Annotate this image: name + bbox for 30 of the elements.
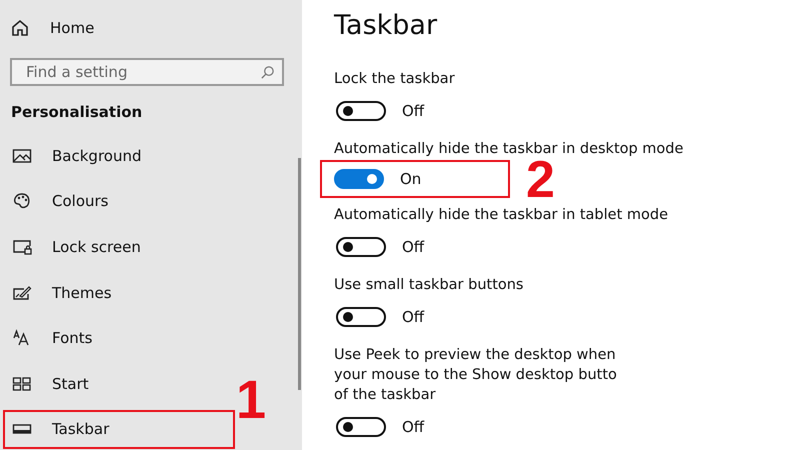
sidebar-item[interactable]: Background [3, 133, 235, 179]
search-icon [260, 65, 275, 80]
toggle-switch[interactable] [336, 101, 386, 121]
sidebar-item[interactable]: Start [3, 360, 235, 407]
toggle-switch[interactable] [336, 237, 386, 257]
toggle-status: Off [402, 102, 424, 120]
setting-label: Automatically hide the taskbar in tablet mode [334, 206, 670, 225]
home-link[interactable]: Home [0, 15, 302, 40]
setting-label: Use small taskbar buttons [334, 276, 524, 295]
sidebar-item[interactable]: Fonts [3, 315, 235, 361]
toggle-switch[interactable] [336, 307, 386, 327]
toggle-status: Off [402, 238, 424, 256]
toggle-switch[interactable] [334, 169, 384, 189]
home-icon [10, 18, 30, 38]
setting-label: Use Peek to preview the desktop when [334, 346, 617, 365]
toggle-status: On [400, 170, 422, 188]
page-title: Taskbar [334, 10, 438, 41]
setting-label: your mouse to the Show desktop butto [334, 366, 618, 385]
setting-label: Lock the taskbar [334, 70, 456, 89]
sidebar-item[interactable]: Themes [3, 270, 235, 316]
search-field[interactable]: Find a setting [10, 58, 284, 86]
scrollbar[interactable] [298, 158, 301, 390]
sidebar-item[interactable]: Lock screen [3, 224, 235, 270]
toggle-status: Off [402, 308, 424, 326]
section-heading: Personalisation [10, 103, 144, 121]
toggle-switch[interactable] [336, 417, 386, 437]
setting-label: of the taskbar [334, 386, 437, 405]
annotation-number: 1 [236, 372, 266, 427]
toggle-status: Off [402, 418, 424, 436]
sidebar-item[interactable]: Colours [3, 178, 235, 224]
